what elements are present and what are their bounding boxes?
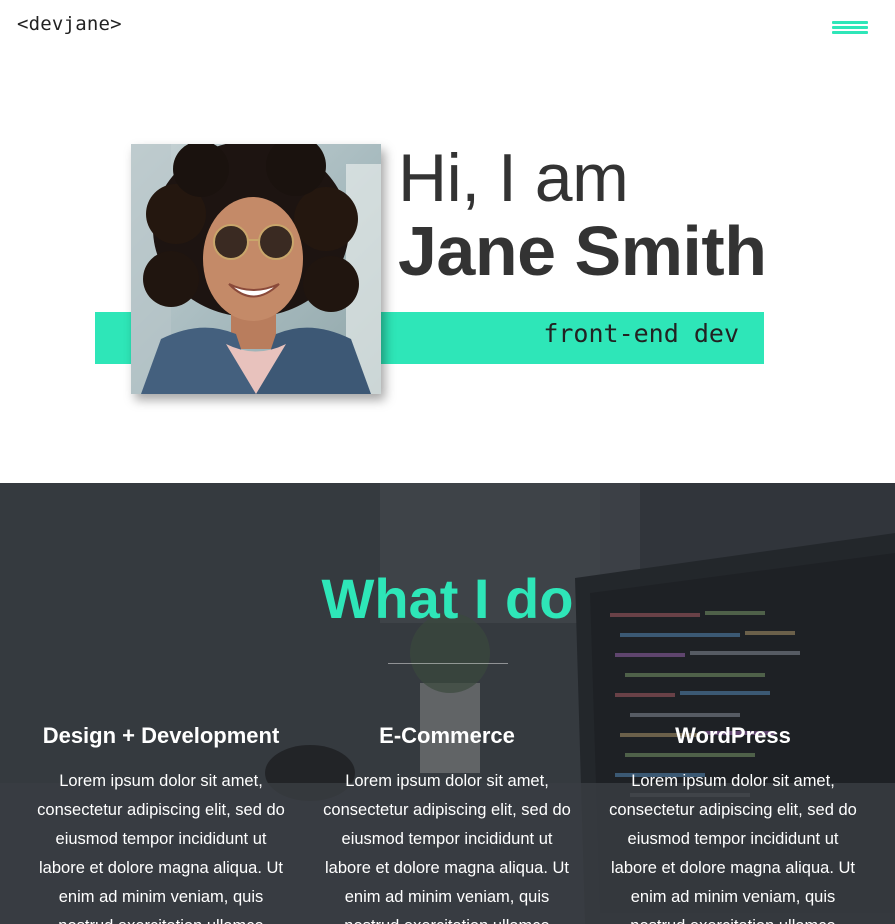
section-title: What I do xyxy=(321,567,574,630)
service-card: WordPress Lorem ipsum dolor sit amet, co… xyxy=(603,723,863,924)
menu-bar xyxy=(832,26,868,29)
site-header: <devjane> xyxy=(0,0,895,60)
profile-photo-illustration xyxy=(131,144,381,394)
service-title: Design + Development xyxy=(42,723,280,748)
menu-bar xyxy=(832,21,868,24)
services-section: What I do Design + Development Lorem ips… xyxy=(0,483,895,924)
service-description: Lorem ipsum dolor sit amet, consectetur … xyxy=(609,772,857,924)
profile-photo xyxy=(131,144,381,394)
service-title: E-Commerce xyxy=(379,723,515,748)
role-title: front-end dev xyxy=(543,319,739,348)
service-card: E-Commerce Lorem ipsum dolor sit amet, c… xyxy=(317,723,577,924)
service-description: Lorem ipsum dolor sit amet, consectetur … xyxy=(37,772,285,924)
menu-bar xyxy=(832,31,868,34)
hero-greeting: Hi, I am xyxy=(398,140,629,216)
title-divider xyxy=(388,663,508,664)
hero-name: Jane Smith xyxy=(398,212,767,290)
service-title: WordPress xyxy=(675,723,791,748)
site-logo[interactable]: <devjane> xyxy=(17,13,122,35)
hamburger-icon[interactable] xyxy=(832,19,868,37)
service-card: Design + Development Lorem ipsum dolor s… xyxy=(31,723,291,924)
hero-section: front-end dev Hi, I am Jane Smith xyxy=(0,60,895,483)
service-description: Lorem ipsum dolor sit amet, consectetur … xyxy=(323,772,571,924)
